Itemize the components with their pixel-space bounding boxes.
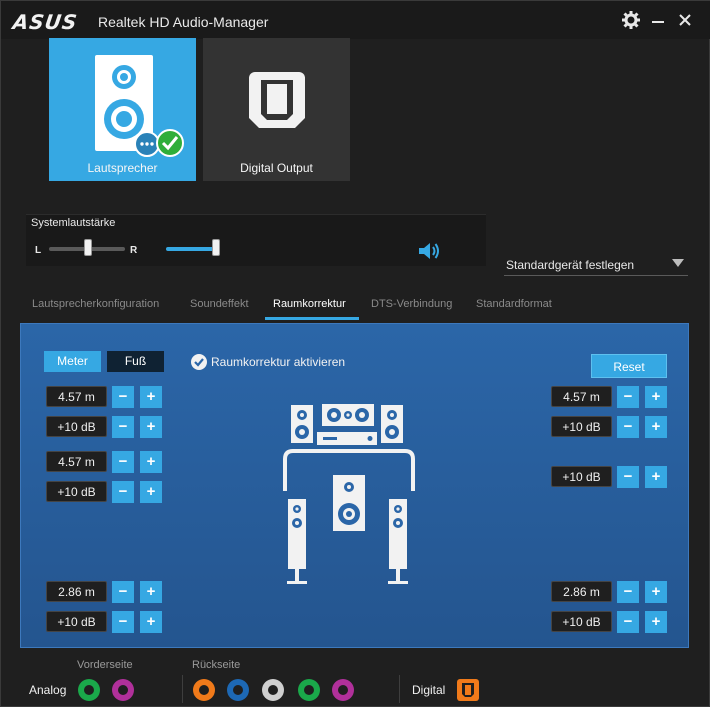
minus-button[interactable]: − — [112, 386, 134, 408]
jack-divider — [182, 675, 183, 703]
digital-jack-icon[interactable] — [456, 678, 480, 702]
speaker-volume-icon[interactable] — [417, 241, 441, 261]
plus-button[interactable]: + — [140, 416, 162, 438]
tab-room-correction[interactable]: Raumkorrektur — [273, 298, 346, 310]
rear-jack-green[interactable] — [298, 679, 320, 701]
rear-jack-gray[interactable] — [262, 679, 284, 701]
balance-left-label: L — [35, 245, 42, 256]
plus-button[interactable]: + — [140, 386, 162, 408]
room-correction-checkbox[interactable] — [191, 354, 207, 370]
minus-button[interactable]: − — [112, 451, 134, 473]
rear-right-gain: +10 dB — [551, 611, 612, 632]
tab-bar: Lautsprecherkonfiguration Soundeffekt Ra… — [19, 296, 689, 320]
title-bar: ASUS Realtek HD Audio-Manager — [1, 1, 710, 39]
check-icon — [194, 358, 204, 367]
minus-button[interactable]: − — [112, 611, 134, 633]
plus-button[interactable]: + — [645, 416, 667, 438]
front-jacks-label: Vorderseite — [77, 659, 133, 671]
front-right-distance: 4.57 m — [551, 386, 612, 407]
rear-right-distance: 2.86 m — [551, 581, 612, 602]
balance-slider-thumb[interactable] — [84, 239, 92, 256]
default-device-dropdown[interactable]: Standardgerät festlegen — [504, 256, 688, 276]
minus-button[interactable]: − — [617, 581, 639, 603]
front-jack-green[interactable] — [78, 679, 100, 701]
window-title: Realtek HD Audio-Manager — [98, 14, 269, 30]
system-volume-title: Systemlautstärke — [31, 217, 116, 229]
rear-left-gain: +10 dB — [46, 611, 107, 632]
speaker-layout-diagram — [283, 404, 415, 584]
digital-label: Digital — [412, 683, 446, 697]
plus-button[interactable]: + — [645, 386, 667, 408]
minus-button[interactable]: − — [617, 416, 639, 438]
speaker-icon — [95, 55, 184, 157]
reset-button[interactable]: Reset — [591, 354, 667, 378]
device-label: Digital Output — [240, 161, 313, 175]
rear-jacks-label: Rückseite — [192, 659, 241, 671]
device-label: Lautsprecher — [87, 161, 158, 175]
plus-button[interactable]: + — [140, 581, 162, 603]
minus-button[interactable]: − — [617, 386, 639, 408]
tab-dts-connect[interactable]: DTS-Verbindung — [371, 298, 452, 310]
room-correction-label: Raumkorrektur aktivieren — [211, 355, 346, 369]
minus-button[interactable]: − — [112, 481, 134, 503]
tab-speaker-config[interactable]: Lautsprecherkonfiguration — [32, 298, 159, 310]
gear-icon[interactable] — [620, 9, 642, 31]
rear-jack-orange[interactable] — [193, 679, 215, 701]
plus-button[interactable]: + — [140, 481, 162, 503]
digital-output-icon — [249, 72, 305, 128]
volume-slider-thumb[interactable] — [212, 239, 220, 256]
unit-meter-button[interactable]: Meter — [44, 351, 101, 372]
plus-button[interactable]: + — [645, 466, 667, 488]
plus-button[interactable]: + — [645, 581, 667, 603]
minus-button[interactable]: − — [617, 466, 639, 488]
asus-logo: ASUS — [11, 10, 80, 34]
chevron-down-icon — [672, 259, 684, 267]
unit-feet-button[interactable]: Fuß — [107, 351, 164, 372]
default-device-label: Standardgerät festlegen — [506, 258, 635, 272]
front-right-gain: +10 dB — [551, 416, 612, 437]
rear-jack-pink[interactable] — [332, 679, 354, 701]
front-left-distance: 4.57 m — [46, 386, 107, 407]
minus-button[interactable]: − — [617, 611, 639, 633]
subwoofer-gain: +10 dB — [551, 466, 612, 487]
jack-divider — [399, 675, 400, 703]
minus-button[interactable]: − — [112, 581, 134, 603]
center-gain: +10 dB — [46, 481, 107, 502]
analog-label: Analog — [29, 683, 67, 697]
minimize-icon[interactable] — [647, 9, 669, 31]
plus-button[interactable]: + — [645, 611, 667, 633]
front-left-gain: +10 dB — [46, 416, 107, 437]
plus-button[interactable]: + — [140, 451, 162, 473]
rear-left-distance: 2.86 m — [46, 581, 107, 602]
tab-sound-effect[interactable]: Soundeffekt — [190, 298, 249, 310]
minus-button[interactable]: − — [112, 416, 134, 438]
close-icon[interactable] — [674, 9, 696, 31]
active-tab-indicator — [265, 317, 359, 320]
plus-button[interactable]: + — [140, 611, 162, 633]
audio-manager-window: ASUS Realtek HD Audio-Manager Lautsprech… — [0, 0, 710, 707]
center-distance: 4.57 m — [46, 451, 107, 472]
device-tile-digital-output[interactable]: Digital Output — [203, 38, 350, 181]
device-tile-speakers[interactable]: Lautsprecher — [49, 38, 196, 181]
balance-right-label: R — [130, 245, 138, 256]
rear-jack-blue[interactable] — [227, 679, 249, 701]
volume-slider-fill[interactable] — [166, 247, 216, 251]
front-jack-pink[interactable] — [112, 679, 134, 701]
tab-default-format[interactable]: Standardformat — [476, 298, 552, 310]
